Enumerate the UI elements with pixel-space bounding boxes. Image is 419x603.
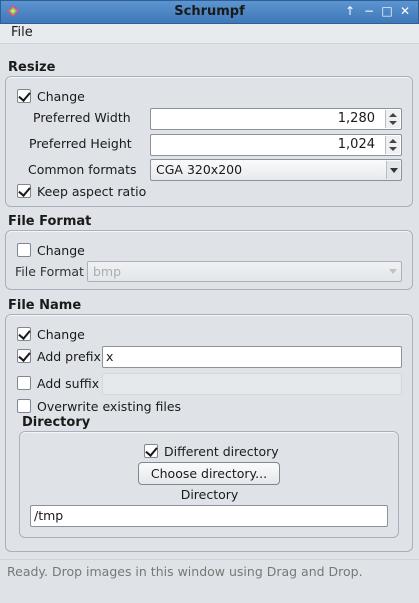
different-directory-checkbox[interactable] bbox=[144, 444, 158, 458]
status-bar: Ready. Drop images in this window using … bbox=[0, 559, 419, 583]
menu-file[interactable]: File bbox=[11, 25, 33, 40]
preferred-height-value: 1,024 bbox=[337, 137, 375, 152]
preferred-width-stepper[interactable] bbox=[385, 110, 400, 128]
file-name-change-label: Change bbox=[37, 327, 85, 342]
common-formats-dropdown[interactable] bbox=[386, 161, 400, 179]
keep-above-icon[interactable]: ↑ bbox=[343, 4, 357, 18]
directory-group-title: Directory bbox=[22, 415, 91, 430]
overwrite-checkbox[interactable] bbox=[17, 399, 31, 413]
close-icon[interactable]: ✕ bbox=[398, 4, 412, 18]
directory-label: Directory bbox=[180, 487, 239, 502]
keep-aspect-checkbox[interactable] bbox=[17, 184, 31, 198]
directory-input[interactable]: /tmp bbox=[30, 505, 388, 527]
add-suffix-label: Add suffix bbox=[37, 376, 100, 391]
preferred-width-label: Preferred Width bbox=[33, 110, 131, 125]
maximize-icon[interactable]: □ bbox=[380, 4, 394, 18]
minimize-icon[interactable]: − bbox=[362, 4, 376, 18]
add-prefix-checkbox[interactable] bbox=[17, 349, 31, 363]
file-name-group-title: File Name bbox=[8, 298, 82, 313]
directory-value: /tmp bbox=[34, 508, 64, 523]
add-prefix-label: Add prefix bbox=[37, 349, 101, 364]
file-format-select[interactable]: bmp bbox=[87, 261, 402, 282]
file-format-dropdown[interactable] bbox=[386, 263, 400, 280]
file-name-change-checkbox[interactable] bbox=[17, 327, 31, 341]
spin-up-icon[interactable] bbox=[389, 113, 397, 117]
common-formats-select[interactable]: CGA 320x200 bbox=[150, 159, 402, 181]
resize-change-checkbox[interactable] bbox=[17, 89, 31, 103]
spin-up-icon[interactable] bbox=[389, 139, 397, 143]
common-formats-label: Common formats bbox=[28, 162, 137, 177]
file-format-change-checkbox[interactable] bbox=[17, 243, 31, 257]
file-format-change-label: Change bbox=[37, 243, 85, 258]
chevron-down-icon[interactable] bbox=[390, 168, 398, 173]
status-text: Ready. Drop images in this window using … bbox=[7, 564, 363, 579]
choose-directory-button[interactable]: Choose directory... bbox=[138, 462, 280, 485]
different-directory-label: Different directory bbox=[164, 444, 279, 459]
preferred-height-stepper[interactable] bbox=[385, 136, 400, 154]
prefix-value: x bbox=[106, 349, 114, 364]
file-format-label: File Format bbox=[15, 264, 84, 279]
resize-change-label: Change bbox=[37, 89, 85, 104]
preferred-height-spinbox[interactable]: 1,024 bbox=[150, 134, 402, 156]
preferred-width-value: 1,280 bbox=[337, 111, 375, 126]
spin-down-icon[interactable] bbox=[389, 147, 397, 151]
overwrite-label: Overwrite existing files bbox=[37, 399, 182, 414]
keep-aspect-label: Keep aspect ratio bbox=[37, 184, 147, 199]
preferred-width-spinbox[interactable]: 1,280 bbox=[150, 108, 402, 130]
resize-group-title: Resize bbox=[8, 60, 56, 75]
chevron-down-icon[interactable] bbox=[389, 269, 397, 274]
common-formats-value: CGA 320x200 bbox=[156, 162, 243, 177]
suffix-input[interactable] bbox=[102, 373, 402, 395]
prefix-input[interactable]: x bbox=[102, 346, 402, 368]
preferred-height-label: Preferred Height bbox=[29, 136, 132, 151]
menu-bar bbox=[0, 24, 419, 44]
spin-down-icon[interactable] bbox=[389, 121, 397, 125]
file-format-value: bmp bbox=[93, 264, 122, 279]
add-suffix-checkbox[interactable] bbox=[17, 376, 31, 390]
file-format-group-title: File Format bbox=[8, 214, 92, 229]
